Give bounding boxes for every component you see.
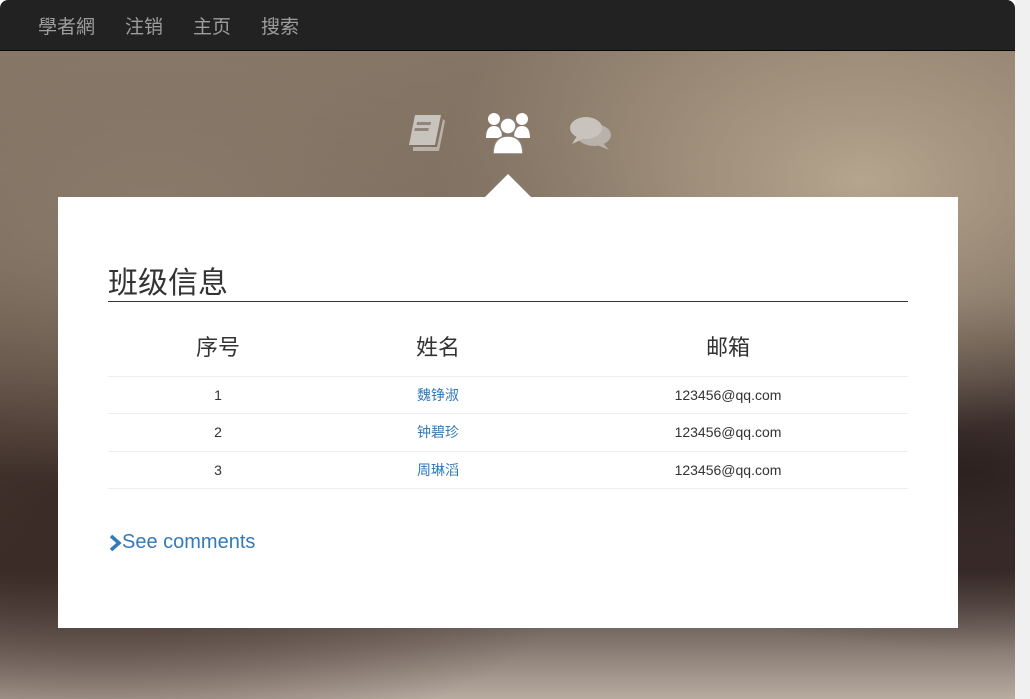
student-link[interactable]: 钟碧珍 (417, 424, 459, 440)
cell-email: 123456@qq.com (548, 450, 908, 489)
cell-index: 3 (108, 450, 328, 489)
class-info-panel: 班级信息 序号 姓名 邮箱 1 魏铮淑 123456@qq.com 2 钟碧珍 1234… (58, 197, 958, 628)
cell-email: 123456@qq.com (548, 375, 908, 414)
scrollbar[interactable] (1015, 0, 1030, 699)
nav-search[interactable]: 搜索 (246, 12, 314, 39)
table-row: 2 钟碧珍 123456@qq.com (108, 413, 908, 451)
users-icon[interactable] (485, 112, 531, 154)
nav-logout[interactable]: 注销 (110, 12, 178, 39)
header-email: 邮箱 (705, 335, 750, 360)
students-table: 序号 姓名 邮箱 1 魏铮淑 123456@qq.com 2 钟碧珍 123456@qq… (108, 330, 908, 489)
active-tab-pointer (485, 174, 531, 197)
section-title: 班级信息 (108, 265, 908, 302)
student-link[interactable]: 周琳滔 (417, 462, 459, 478)
brand-link[interactable]: 學者網 (23, 12, 110, 39)
student-link[interactable]: 魏铮淑 (417, 387, 459, 403)
cell-index: 1 (108, 375, 328, 414)
cell-email: 123456@qq.com (548, 413, 908, 451)
book-icon[interactable] (405, 113, 447, 153)
chevron-right-icon (109, 534, 122, 551)
cell-index: 2 (108, 413, 328, 451)
see-comments-link[interactable]: See comments (108, 531, 908, 554)
comments-icon[interactable] (569, 115, 613, 151)
table-row: 1 魏铮淑 123456@qq.com (108, 375, 908, 414)
see-comments-label: See comments (122, 531, 256, 553)
header-index: 序号 (195, 335, 240, 360)
navbar: 學者網 注销 主页 搜索 (0, 0, 1015, 51)
table-row: 3 周琳滔 123456@qq.com (108, 450, 908, 489)
header-name: 姓名 (415, 335, 460, 360)
nav-home[interactable]: 主页 (178, 12, 246, 39)
